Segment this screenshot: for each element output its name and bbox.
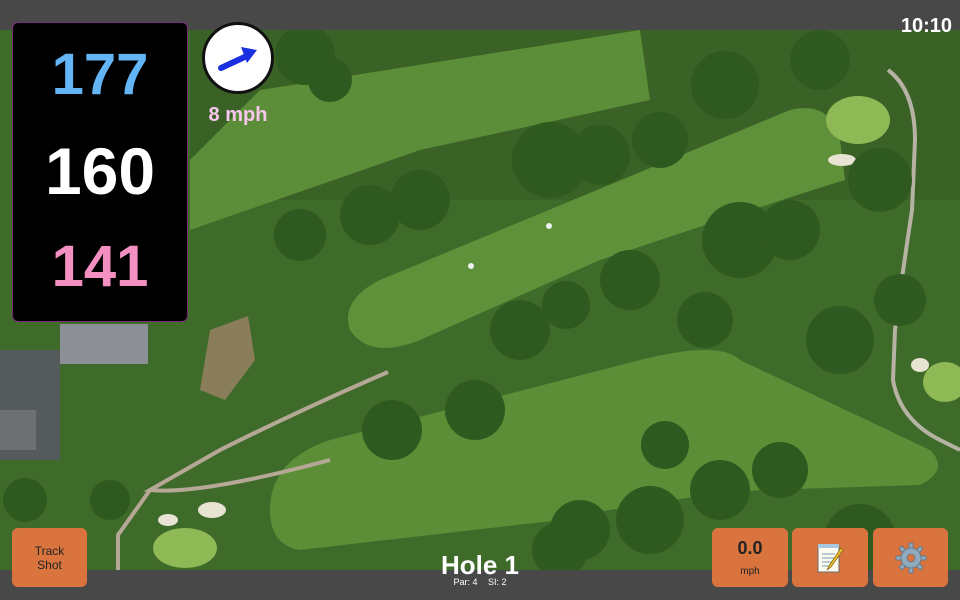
track-shot-label-line1: Track: [34, 543, 65, 558]
bunker: [198, 502, 226, 518]
clock: 10:10: [900, 15, 952, 37]
bunker: [911, 358, 929, 372]
green-1: [826, 96, 890, 144]
center-of-green-distance: 160: [44, 134, 156, 208]
distance-panel: 177 160 141: [12, 22, 188, 322]
speed-unit: mph: [740, 566, 760, 577]
bunker: [158, 514, 178, 526]
building-roof: [0, 410, 36, 450]
clubhouse-roof: [60, 324, 148, 364]
golf-gps-screen: 10:10 177 160 141 8 mph Track Shot Hole …: [0, 0, 960, 600]
hole-par: Par: 4: [453, 577, 478, 587]
notes-button[interactable]: [792, 528, 868, 587]
golfer-marker: [468, 263, 474, 269]
wind-direction-arrow-icon: [218, 47, 257, 71]
track-shot-button[interactable]: Track Shot: [12, 528, 87, 587]
front-of-green-distance: 141: [51, 234, 149, 299]
golfer-marker: [546, 223, 552, 229]
track-shot-label-line2: Shot: [37, 557, 62, 572]
wind-speed: 8 mph: [208, 104, 268, 126]
settings-button[interactable]: [873, 528, 948, 587]
speed-button[interactable]: 0.0 mph: [712, 528, 788, 587]
hole-stroke-index: SI: 2: [488, 577, 507, 587]
back-of-green-distance: 177: [51, 42, 149, 107]
notepad-icon: [817, 543, 844, 572]
hole-meta: Par: 4 SI: 2: [380, 577, 580, 587]
green-3: [153, 528, 217, 568]
gear-icon: [895, 542, 926, 573]
bunker: [828, 154, 856, 166]
speed-value: 0.0: [737, 538, 763, 558]
wind-dial: [202, 22, 274, 94]
